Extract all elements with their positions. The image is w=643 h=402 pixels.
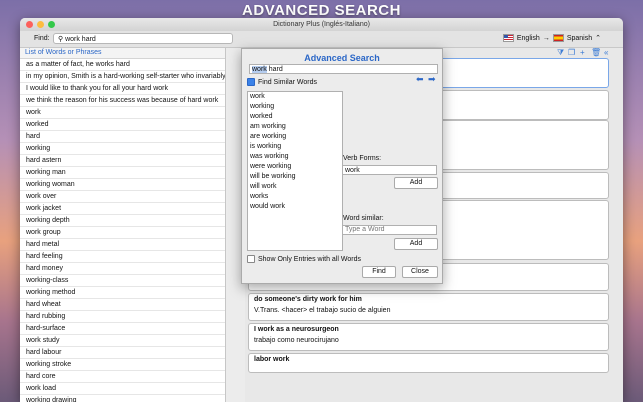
lang-from-label: English bbox=[516, 34, 540, 42]
arrow-right-icon: → bbox=[542, 34, 550, 42]
close-window-button[interactable] bbox=[26, 21, 33, 28]
collapse-left-icon[interactable]: « bbox=[604, 48, 608, 57]
promo-banner-title: ADVANCED SEARCH bbox=[242, 2, 401, 19]
arrow-right-icon[interactable]: ➡ bbox=[428, 74, 436, 85]
similar-word-item[interactable]: is working bbox=[248, 142, 342, 152]
query-rest: hard bbox=[266, 66, 283, 73]
only-entries-checkbox[interactable]: Show Only Entries with all Words bbox=[247, 255, 361, 263]
list-item[interactable]: work jacket bbox=[20, 203, 225, 215]
word-similar-input[interactable] bbox=[342, 225, 437, 235]
find-label: Find: bbox=[34, 35, 50, 42]
list-item[interactable]: working bbox=[20, 143, 225, 155]
list-item[interactable]: working-class bbox=[20, 275, 225, 287]
similar-word-item[interactable]: would work bbox=[248, 202, 342, 212]
list-item[interactable]: I would like to thank you for all your h… bbox=[20, 83, 225, 95]
word-similar-label: Word similar: bbox=[343, 215, 384, 222]
list-item[interactable]: working drawing bbox=[20, 395, 225, 402]
list-item[interactable]: we think the reason for his success was … bbox=[20, 95, 225, 107]
chevron-updown-icon: ⌃ bbox=[595, 35, 601, 42]
window-titlebar: Dictionary Plus (Inglés-Italiano) bbox=[20, 18, 623, 31]
similar-word-item[interactable]: are working bbox=[248, 132, 342, 142]
list-item[interactable]: working method bbox=[20, 287, 225, 299]
window-title: Dictionary Plus (Inglés-Italiano) bbox=[273, 21, 370, 28]
list-item[interactable]: work over bbox=[20, 191, 225, 203]
list-item[interactable]: worked bbox=[20, 119, 225, 131]
similar-words-list: work working worked am working are working is… bbox=[247, 91, 343, 251]
find-button[interactable]: Find bbox=[362, 266, 396, 278]
verb-forms-input[interactable]: work bbox=[342, 165, 437, 175]
search-input-value: work hard bbox=[65, 36, 96, 43]
result-card-line: V.Trans. <hacer> el trabajo sucio de alg… bbox=[254, 307, 391, 314]
dialog-query-input[interactable]: work hard bbox=[249, 64, 438, 74]
result-card[interactable]: do someone's dirty work for him V.Trans. … bbox=[248, 293, 609, 321]
dialog-title: Advanced Search bbox=[304, 53, 380, 63]
list-item[interactable]: in my opinion, Smith is a hard-working s… bbox=[20, 71, 225, 83]
list-item[interactable]: working depth bbox=[20, 215, 225, 227]
toolbar: Find: ⚲ work hard English → Spanish ⌃ bbox=[20, 31, 623, 48]
advanced-search-dialog: Advanced Search work hard Find Similar W… bbox=[241, 48, 443, 284]
add-icon[interactable]: + bbox=[580, 48, 585, 57]
app-window: Dictionary Plus (Inglés-Italiano) Find: … bbox=[20, 18, 623, 402]
list-item[interactable]: hard-surface bbox=[20, 323, 225, 335]
add-verb-form-button[interactable]: Add bbox=[394, 177, 438, 189]
language-selector[interactable]: English → Spanish ⌃ bbox=[502, 34, 601, 42]
list-item[interactable]: hard bbox=[20, 131, 225, 143]
result-card[interactable]: I work as a neurosurgeon trabajo como neu… bbox=[248, 323, 609, 351]
list-item[interactable]: work study bbox=[20, 335, 225, 347]
add-word-similar-button[interactable]: Add bbox=[394, 238, 438, 250]
list-item[interactable]: hard money bbox=[20, 263, 225, 275]
list-item[interactable]: hard astern bbox=[20, 155, 225, 167]
list-item[interactable]: hard wheat bbox=[20, 299, 225, 311]
similar-word-item[interactable]: will be working bbox=[248, 172, 342, 182]
list-item[interactable]: working stroke bbox=[20, 359, 225, 371]
filter-icon[interactable]: ⧩ bbox=[557, 48, 564, 58]
word-list: as a matter of fact, he works hard in my … bbox=[20, 59, 225, 402]
us-flag-icon bbox=[502, 34, 514, 42]
checkbox-checked-icon bbox=[247, 78, 255, 86]
verb-forms-label: Verb Forms: bbox=[343, 155, 382, 162]
word-list-pane: List of Words or Phrases as a matter of … bbox=[20, 48, 226, 402]
result-card-line: labor work bbox=[254, 356, 290, 363]
similar-word-item[interactable]: works bbox=[248, 192, 342, 202]
list-item[interactable]: working woman bbox=[20, 179, 225, 191]
copy-icon[interactable]: ❐ bbox=[568, 48, 575, 57]
list-item[interactable]: hard labour bbox=[20, 347, 225, 359]
result-card-line: do someone's dirty work for him bbox=[254, 296, 362, 303]
list-item[interactable]: hard rubbing bbox=[20, 311, 225, 323]
checkbox-unchecked-icon bbox=[247, 255, 255, 263]
list-item[interactable]: hard core bbox=[20, 371, 225, 383]
word-list-header: List of Words or Phrases bbox=[20, 48, 225, 59]
list-item[interactable]: work load bbox=[20, 383, 225, 395]
similar-word-item[interactable]: working bbox=[248, 102, 342, 112]
result-card-line: trabajo como neurocirujano bbox=[254, 337, 339, 344]
similar-word-item[interactable]: will work bbox=[248, 182, 342, 192]
lang-to-label: Spanish bbox=[566, 34, 593, 42]
result-card-line: I work as a neurosurgeon bbox=[254, 326, 339, 333]
trash-icon[interactable]: 🗑 bbox=[591, 48, 601, 57]
minimize-window-button[interactable] bbox=[37, 21, 44, 28]
window-controls bbox=[26, 21, 55, 28]
arrow-left-icon[interactable]: ⬅ bbox=[416, 74, 424, 85]
list-item[interactable]: work bbox=[20, 107, 225, 119]
only-entries-label: Show Only Entries with all Words bbox=[258, 255, 361, 263]
similar-word-item[interactable]: was working bbox=[248, 152, 342, 162]
list-item[interactable]: work group bbox=[20, 227, 225, 239]
similar-word-item[interactable]: work bbox=[248, 92, 342, 102]
list-item[interactable]: hard feeling bbox=[20, 251, 225, 263]
list-item[interactable]: hard metal bbox=[20, 239, 225, 251]
result-card[interactable]: labor work bbox=[248, 353, 609, 373]
search-input[interactable]: ⚲ work hard bbox=[53, 33, 233, 44]
query-highlight: work bbox=[252, 66, 267, 73]
find-similar-checkbox[interactable]: Find Similar Words bbox=[247, 78, 317, 86]
find-similar-label: Find Similar Words bbox=[258, 78, 317, 86]
list-item[interactable]: as a matter of fact, he works hard bbox=[20, 59, 225, 71]
similar-word-item[interactable]: worked bbox=[248, 112, 342, 122]
spain-flag-icon bbox=[552, 34, 564, 42]
similar-word-item[interactable]: were working bbox=[248, 162, 342, 172]
list-item[interactable]: working man bbox=[20, 167, 225, 179]
similar-word-item[interactable]: am working bbox=[248, 122, 342, 132]
zoom-window-button[interactable] bbox=[48, 21, 55, 28]
close-button[interactable]: Close bbox=[402, 266, 438, 278]
